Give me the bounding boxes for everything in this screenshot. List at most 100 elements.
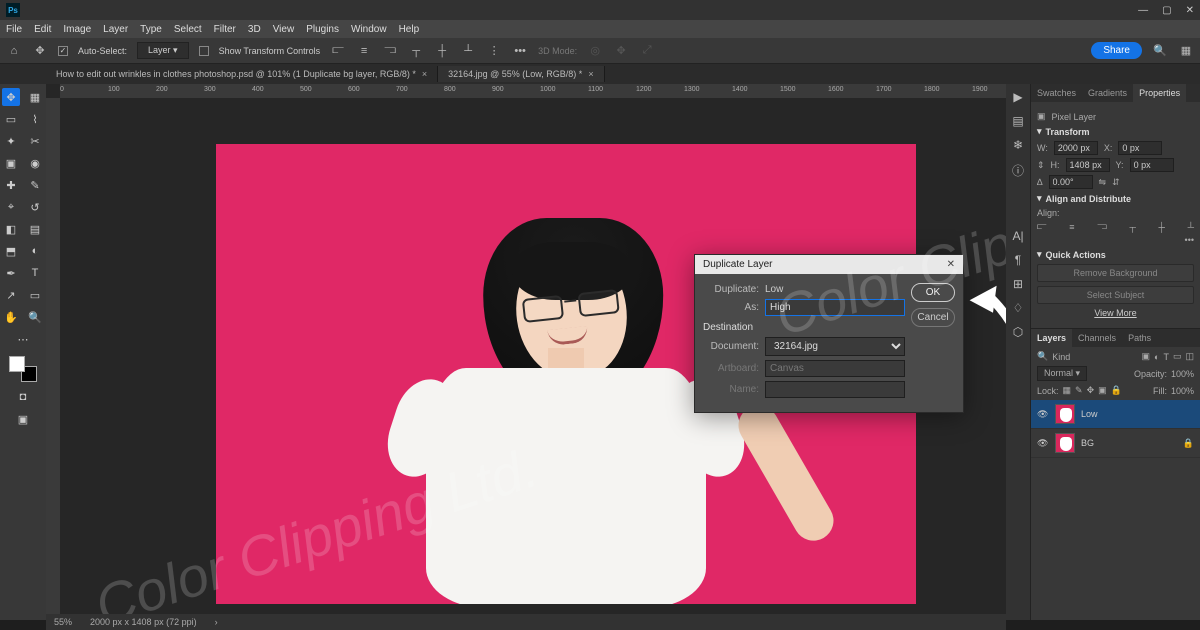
search-icon[interactable]: 🔍 [1152, 43, 1168, 59]
move-tool[interactable]: ✥ [2, 88, 20, 106]
filter-pixel-icon[interactable]: ▣ [1142, 351, 1151, 362]
stamp-tool[interactable]: ⌖ [2, 198, 20, 216]
shape-tool[interactable]: ▭ [26, 286, 44, 304]
document-select[interactable]: 32164.jpg [765, 337, 905, 356]
filter-type-icon[interactable]: T [1163, 352, 1169, 362]
align-right-icon[interactable]: ⫎ [382, 43, 398, 59]
dodge-tool[interactable]: ◐ [26, 242, 44, 260]
align-top-icon[interactable]: ┬ [408, 43, 424, 59]
zoom-tool[interactable]: 🔍 [26, 308, 44, 326]
filter-adjust-icon[interactable]: ◐ [1154, 352, 1159, 362]
select-subject-button[interactable]: Select Subject [1037, 286, 1194, 304]
quickmask-tool[interactable]: ◘ [14, 388, 32, 406]
layer-visibility-icon[interactable]: 👁 [1037, 409, 1049, 420]
color-swatches[interactable] [9, 356, 37, 382]
swatches-tab[interactable]: Swatches [1031, 84, 1082, 102]
quick-select-tool[interactable]: ✦ [2, 132, 20, 150]
tab-close-icon[interactable]: × [422, 69, 427, 79]
pen-tool[interactable]: ✒ [2, 264, 20, 282]
fill-value[interactable]: 100% [1171, 386, 1194, 396]
info-panel-icon[interactable]: ⓘ [1012, 162, 1024, 179]
workspace-icon[interactable]: ▦ [1178, 43, 1194, 59]
type-tool[interactable]: T [26, 264, 44, 282]
paths-tab[interactable]: Paths [1122, 329, 1157, 347]
dialog-close-icon[interactable]: ✕ [947, 259, 955, 270]
layer-row[interactable]: 👁BG🔒 [1031, 429, 1200, 458]
menu-image[interactable]: Image [63, 24, 91, 35]
brush-tool[interactable]: ✎ [26, 176, 44, 194]
flip-h-icon[interactable]: ⇋ [1099, 177, 1107, 188]
screenmode-tool[interactable]: ▣ [14, 410, 32, 428]
lock-artboard-icon[interactable]: ▣ [1098, 385, 1107, 396]
blur-tool[interactable]: ⬒ [2, 242, 20, 260]
transform-toggle-icon[interactable]: ▾ [1037, 126, 1042, 137]
menu-type[interactable]: Type [140, 24, 162, 35]
eraser-tool[interactable]: ◧ [2, 220, 20, 238]
zoom-value[interactable]: 55% [54, 617, 72, 627]
layers-tab[interactable]: Layers [1031, 329, 1072, 347]
view-more-link[interactable]: View More [1037, 308, 1194, 318]
menu-view[interactable]: View [273, 24, 295, 35]
color-panel-icon[interactable]: ▤ [1012, 114, 1023, 128]
more-align-icon[interactable]: ••• [1185, 235, 1194, 245]
tab-close-icon[interactable]: × [588, 69, 593, 79]
h-input[interactable] [1066, 158, 1110, 172]
paragraph-panel-icon[interactable]: ¶ [1015, 253, 1021, 267]
history-brush-tool[interactable]: ↺ [26, 198, 44, 216]
align-l-icon[interactable]: ⫍ [1037, 221, 1047, 232]
y-input[interactable] [1130, 158, 1174, 172]
align-t-icon[interactable]: ┬ [1129, 222, 1135, 232]
menu-help[interactable]: Help [399, 24, 420, 35]
character-panel-icon[interactable]: A| [1012, 229, 1023, 243]
menu-file[interactable]: File [6, 24, 22, 35]
properties-tab[interactable]: Properties [1133, 84, 1186, 102]
home-icon[interactable]: ⌂ [6, 43, 22, 59]
align-r-icon[interactable]: ⫎ [1097, 221, 1107, 232]
eyedropper-tool[interactable]: ◉ [26, 154, 44, 172]
align-ch-icon[interactable]: ≡ [1069, 222, 1074, 232]
menu-edit[interactable]: Edit [34, 24, 51, 35]
history-panel-icon[interactable]: ▶ [1013, 90, 1022, 104]
frame-tool[interactable]: ▣ [2, 154, 20, 172]
auto-select-checkbox[interactable]: ✓ [58, 46, 68, 56]
layer-visibility-icon[interactable]: 👁 [1037, 438, 1049, 449]
blend-mode-dropdown[interactable]: Normal ▾ [1037, 366, 1087, 381]
artboard-tool[interactable]: ▦ [26, 88, 44, 106]
filter-shape-icon[interactable]: ▭ [1173, 351, 1182, 362]
gradient-tool[interactable]: ▤ [26, 220, 44, 238]
x-input[interactable] [1118, 141, 1162, 155]
distribute-icon[interactable]: ⋮ [486, 43, 502, 59]
angle-input[interactable] [1049, 175, 1093, 189]
menu-3d[interactable]: 3D [248, 24, 261, 35]
link-wh-icon[interactable]: ⇕ [1037, 160, 1045, 171]
styles-panel-icon[interactable]: ♢ [1013, 301, 1024, 315]
filter-smart-icon[interactable]: ◫ [1185, 351, 1194, 362]
lock-transparent-icon[interactable]: ▦ [1063, 385, 1072, 396]
crop-tool[interactable]: ✂ [26, 132, 44, 150]
glyphs-panel-icon[interactable]: ⊞ [1013, 277, 1023, 291]
window-maximize-icon[interactable]: ▢ [1162, 5, 1171, 16]
lock-pixels-icon[interactable]: ✎ [1075, 385, 1083, 396]
3d-panel-icon[interactable]: ⬡ [1013, 325, 1023, 339]
layer-row[interactable]: 👁Low [1031, 400, 1200, 429]
lasso-tool[interactable]: ⌇ [26, 110, 44, 128]
more-align-icon[interactable]: ••• [512, 43, 528, 59]
menu-window[interactable]: Window [351, 24, 387, 35]
document-tab[interactable]: 32164.jpg @ 55% (Low, RGB/8) *× [438, 66, 604, 82]
qa-toggle-icon[interactable]: ▾ [1037, 249, 1042, 260]
auto-select-dropdown[interactable]: Layer ▾ [137, 42, 189, 59]
show-transform-checkbox[interactable] [199, 46, 209, 56]
lock-all-icon[interactable]: 🔒 [1111, 385, 1122, 396]
hand-tool[interactable]: ✋ [2, 308, 20, 326]
menu-filter[interactable]: Filter [214, 24, 236, 35]
move-tool-icon[interactable]: ✥ [32, 43, 48, 59]
healing-tool[interactable]: ✚ [2, 176, 20, 194]
channels-tab[interactable]: Channels [1072, 329, 1122, 347]
share-button[interactable]: Share [1091, 42, 1142, 59]
ok-button[interactable]: OK [911, 283, 955, 302]
canvas-area[interactable]: 0100200300400500600700800900100011001200… [46, 84, 1006, 620]
align-bottom-icon[interactable]: ┴ [460, 43, 476, 59]
cancel-button[interactable]: Cancel [911, 308, 955, 327]
lock-position-icon[interactable]: ✥ [1087, 385, 1095, 396]
menu-layer[interactable]: Layer [103, 24, 128, 35]
